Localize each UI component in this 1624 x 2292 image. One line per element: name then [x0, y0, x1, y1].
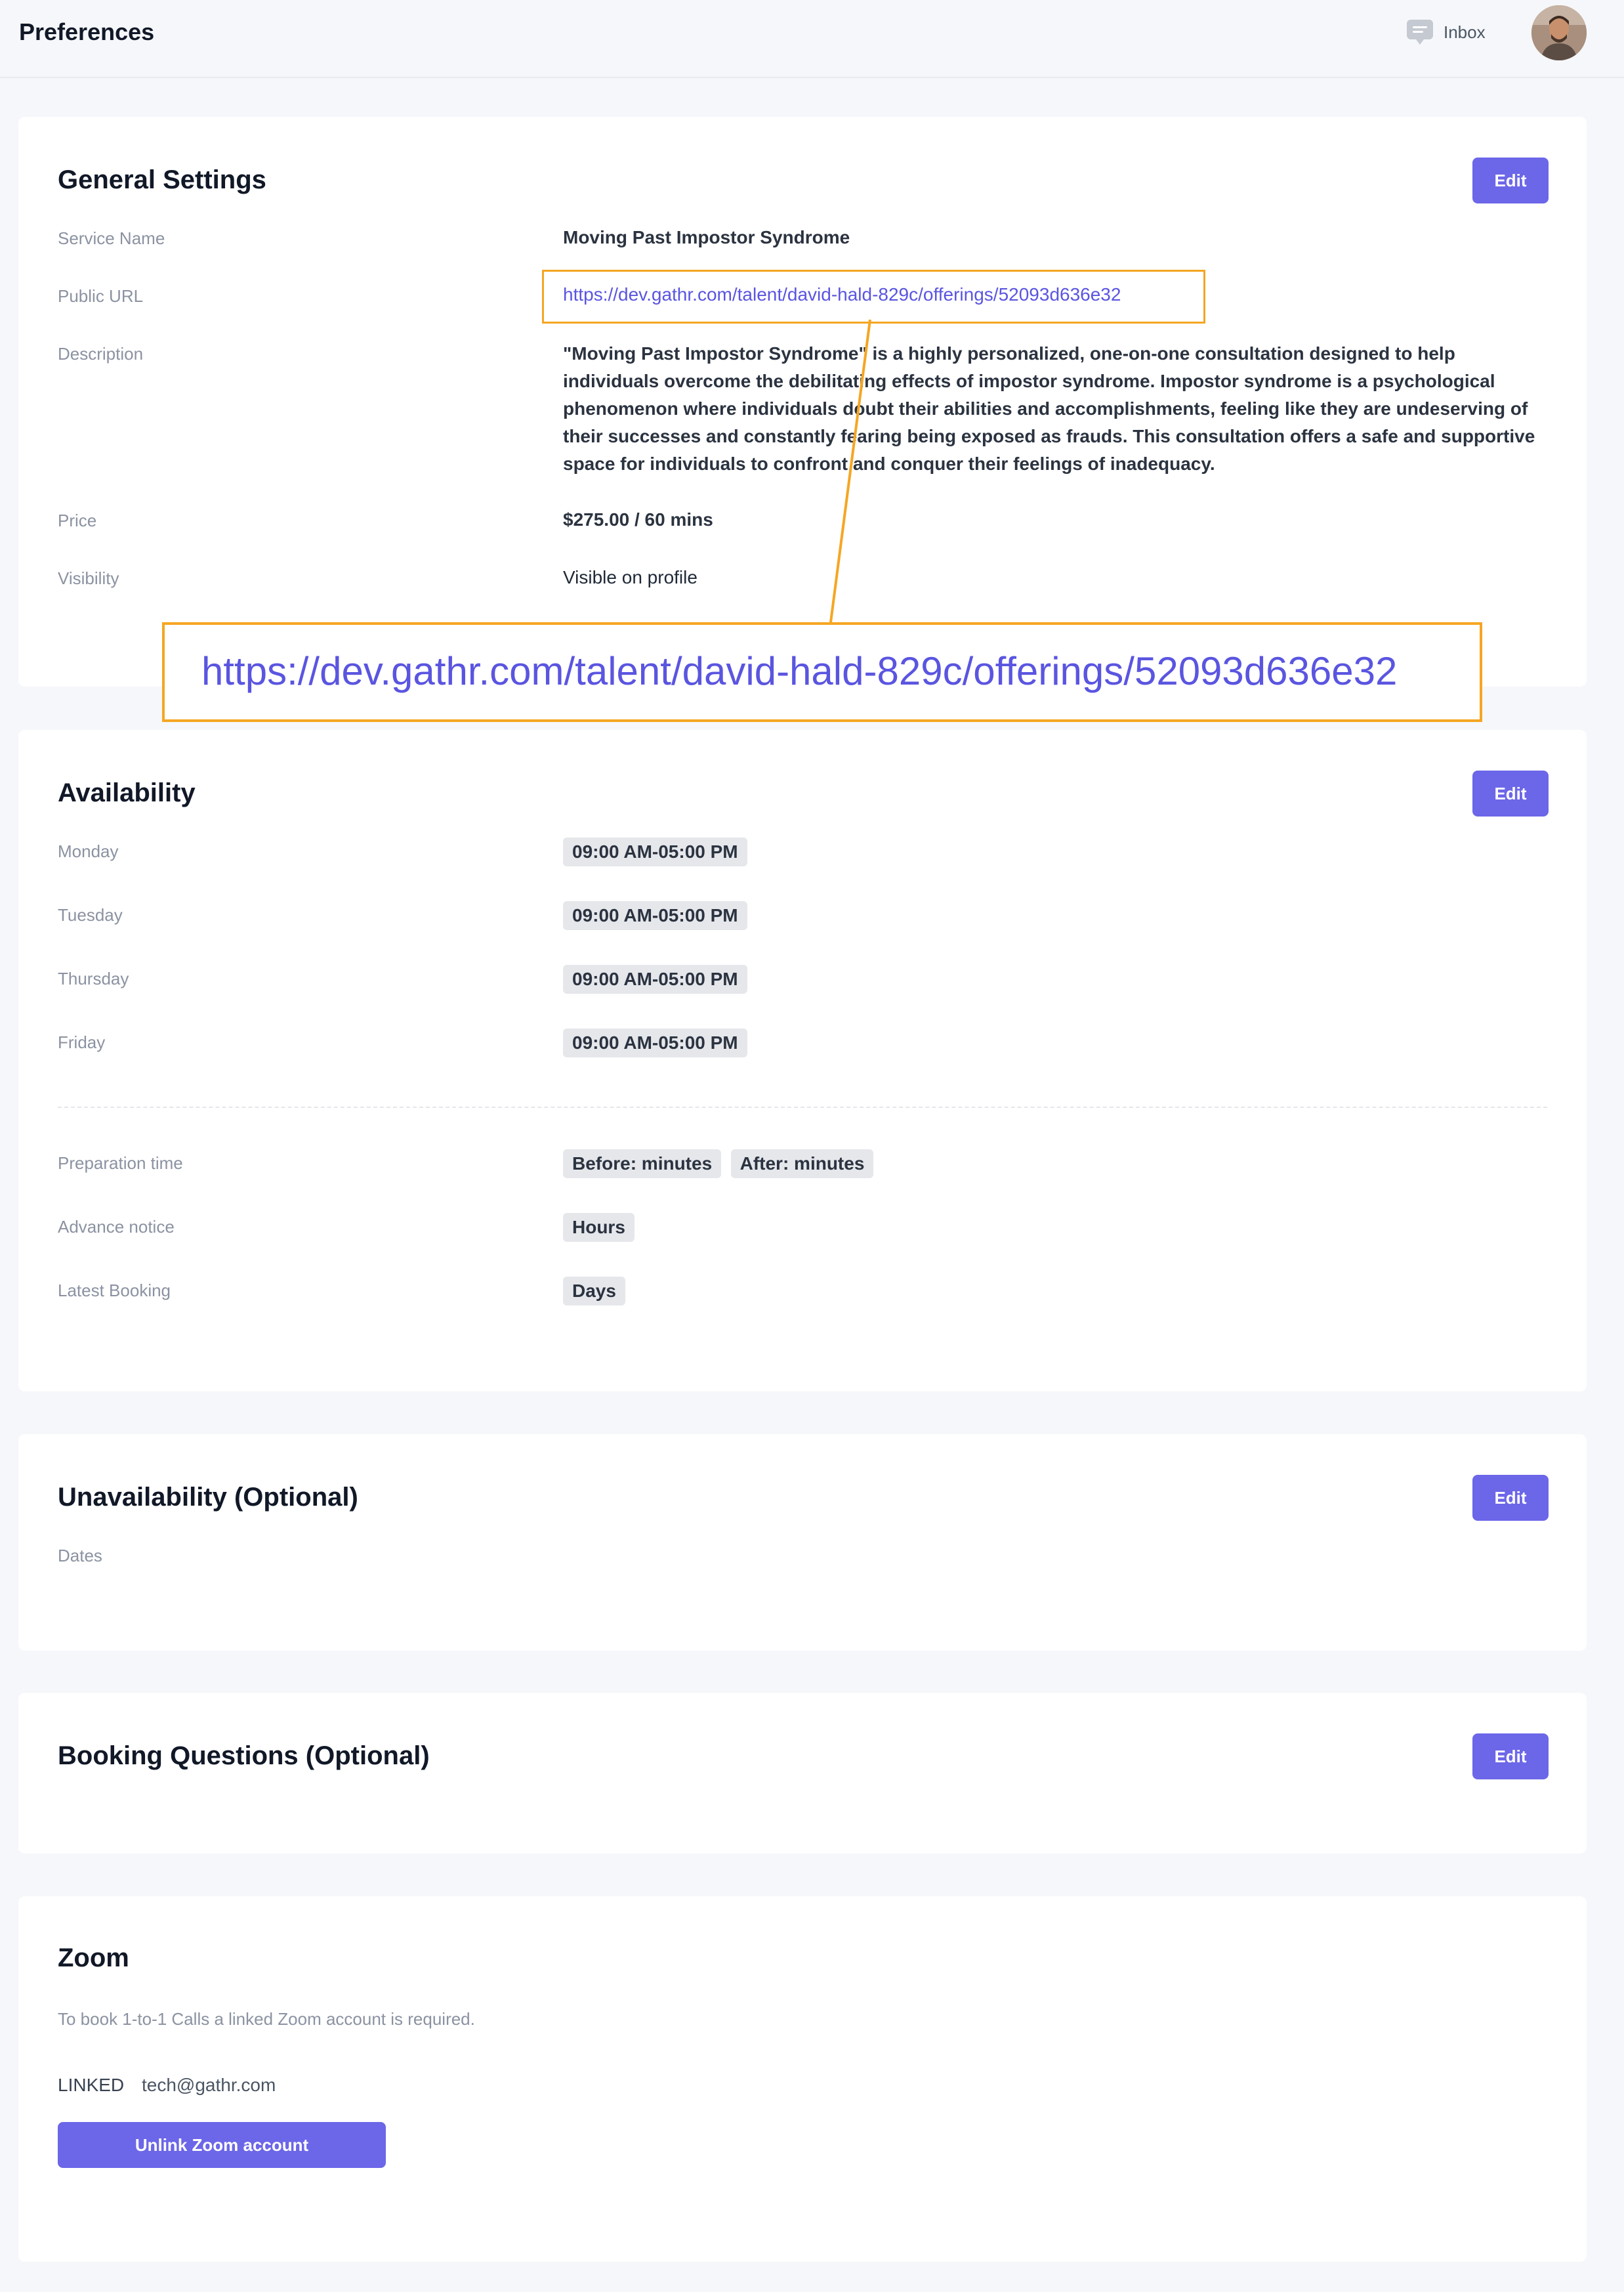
advance-notice-values: Hours — [563, 1213, 641, 1242]
chat-bubble-icon — [1407, 20, 1433, 45]
latest-booking-label: Latest Booking — [58, 1281, 171, 1300]
day-label-friday: Friday — [58, 1032, 106, 1052]
preparation-time-values: Before: minutes After: minutes — [563, 1149, 880, 1178]
preparation-time-label: Preparation time — [58, 1153, 183, 1173]
price-label: Price — [58, 511, 97, 530]
day-hours-friday: 09:00 AM-05:00 PM — [563, 1029, 754, 1057]
service-name-label: Service Name — [58, 228, 165, 248]
avatar[interactable] — [1531, 5, 1587, 60]
hours-chip: 09:00 AM-05:00 PM — [563, 901, 747, 930]
booking-questions-edit-button[interactable]: Edit — [1472, 1733, 1549, 1779]
day-label-thursday: Thursday — [58, 969, 129, 988]
hours-chip: 09:00 AM-05:00 PM — [563, 965, 747, 994]
availability-card: Availability Edit Monday 09:00 AM-05:00 … — [18, 730, 1587, 1391]
general-edit-button[interactable]: Edit — [1472, 158, 1549, 203]
description-value: "Moving Past Impostor Syndrome" is a hig… — [563, 343, 1535, 474]
linked-status-label: LINKED — [58, 2075, 125, 2095]
advance-notice-chip: Hours — [563, 1213, 635, 1242]
booking-questions-card: Booking Questions (Optional) Edit — [18, 1693, 1587, 1854]
unavailability-title: Unavailability (Optional) — [58, 1483, 358, 1512]
unavailability-edit-button[interactable]: Edit — [1472, 1475, 1549, 1521]
zoom-requirement-note: To book 1-to-1 Calls a linked Zoom accou… — [58, 2009, 475, 2029]
unlink-zoom-button[interactable]: Unlink Zoom account — [58, 2122, 386, 2168]
hours-chip: 09:00 AM-05:00 PM — [563, 838, 747, 866]
availability-edit-button[interactable]: Edit — [1472, 771, 1549, 817]
inbox-label: Inbox — [1444, 22, 1486, 42]
hours-chip: 09:00 AM-05:00 PM — [563, 1029, 747, 1057]
zoom-title: Zoom — [58, 1943, 129, 1972]
availability-divider — [58, 1107, 1547, 1108]
general-settings-card: General Settings Edit Service Name Movin… — [18, 117, 1587, 687]
dates-label: Dates — [58, 1546, 102, 1565]
zoom-card: Zoom To book 1-to-1 Calls a linked Zoom … — [18, 1896, 1587, 2262]
preparation-before-chip: Before: minutes — [563, 1149, 722, 1178]
page-title: Preferences — [19, 18, 155, 45]
public-url-label: Public URL — [58, 286, 144, 306]
user-avatar-icon — [1531, 5, 1587, 60]
day-hours-monday: 09:00 AM-05:00 PM — [563, 838, 754, 866]
description-label: Description — [58, 344, 144, 364]
latest-booking-chip: Days — [563, 1277, 625, 1305]
day-label-tuesday: Tuesday — [58, 905, 123, 925]
day-hours-thursday: 09:00 AM-05:00 PM — [563, 965, 754, 994]
linked-email: tech@gathr.com — [142, 2075, 276, 2095]
callout-url-text: https://dev.gathr.com/talent/david-hald-… — [201, 649, 1398, 693]
price-value: $275.00 / 60 mins — [563, 509, 713, 530]
day-label-monday: Monday — [58, 841, 119, 861]
inbox-button[interactable]: Inbox — [1405, 17, 1486, 47]
advance-notice-label: Advance notice — [58, 1217, 175, 1237]
booking-questions-title: Booking Questions (Optional) — [58, 1741, 430, 1770]
preparation-after-chip: After: minutes — [730, 1149, 874, 1178]
url-zoom-callout: https://dev.gathr.com/talent/david-hald-… — [162, 622, 1482, 722]
visibility-label: Visibility — [58, 568, 119, 588]
day-hours-tuesday: 09:00 AM-05:00 PM — [563, 901, 754, 930]
public-url-link[interactable]: https://dev.gathr.com/talent/david-hald-… — [563, 284, 1121, 305]
general-settings-title: General Settings — [58, 165, 266, 194]
latest-booking-values: Days — [563, 1277, 632, 1305]
unavailability-card: Unavailability (Optional) Edit Dates — [18, 1434, 1587, 1651]
service-name-value: Moving Past Impostor Syndrome — [563, 227, 850, 247]
availability-title: Availability — [58, 778, 196, 807]
visibility-value: Visible on profile — [563, 567, 697, 587]
top-bar: Preferences Inbox — [0, 0, 1624, 78]
